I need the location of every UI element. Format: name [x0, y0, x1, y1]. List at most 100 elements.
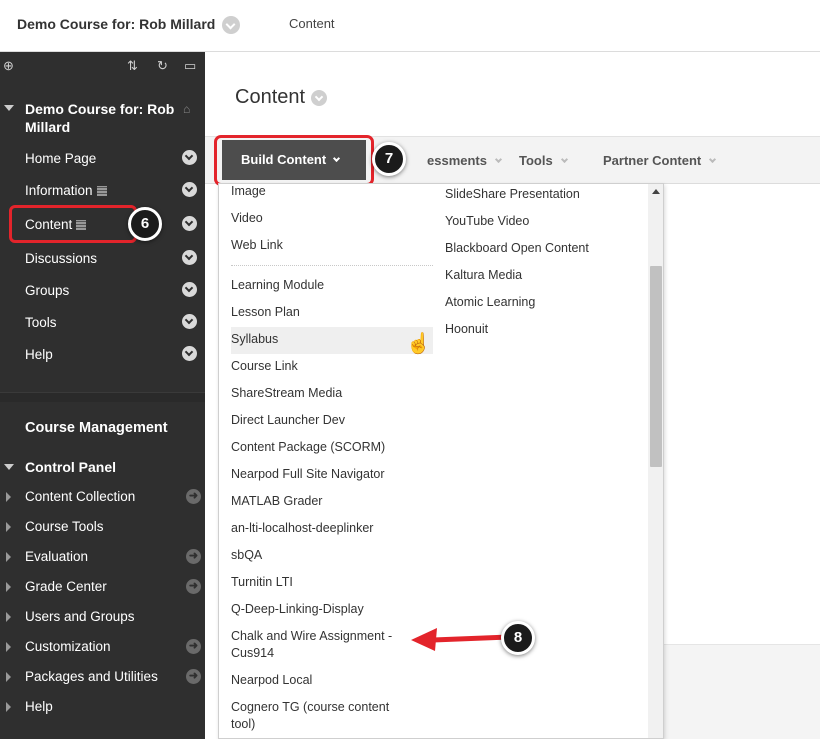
home-icon[interactable]: ⌂	[183, 102, 190, 116]
arrow-right-icon[interactable]: ➜	[186, 549, 201, 564]
cp-item-grade-center[interactable]: Grade Center	[25, 579, 107, 594]
red-arrow-icon	[411, 628, 513, 651]
menu-item-learning-module[interactable]: Learning Module	[231, 278, 324, 292]
cp-item-help[interactable]: Help	[25, 699, 53, 714]
menu-item-chalk-and-wire-assignment[interactable]: Chalk and Wire Assignment - Cus914	[231, 628, 406, 662]
partner-content-menu[interactable]: Partner Content	[603, 153, 717, 168]
tools-menu[interactable]: Tools	[519, 153, 568, 168]
collapse-caret-icon[interactable]	[4, 105, 14, 111]
sidebar-item-information[interactable]: Information	[25, 183, 107, 198]
scroll-up-arrow-icon[interactable]	[652, 189, 660, 194]
chevron-down-icon[interactable]	[182, 346, 197, 361]
expand-caret-icon[interactable]	[6, 612, 11, 622]
sidebar-item-discussions[interactable]: Discussions	[25, 251, 97, 266]
menu-divider	[231, 265, 433, 266]
sidebar-item-label: Information	[25, 183, 93, 198]
control-panel-heading[interactable]: Control Panel	[25, 459, 116, 475]
sidebar-item-label: Groups	[25, 283, 70, 298]
tools-label: Tools	[519, 153, 553, 168]
menu-item-slideshare-presentation[interactable]: SlideShare Presentation	[445, 187, 580, 201]
content-highlight-box	[9, 205, 137, 243]
expand-caret-icon[interactable]	[6, 522, 11, 532]
chevron-down-icon[interactable]	[182, 314, 197, 329]
build-content-dropdown: Image Video Web Link Learning Module Les…	[218, 183, 664, 739]
cp-item-content-collection[interactable]: Content Collection	[25, 489, 135, 504]
chevron-down-icon[interactable]	[182, 216, 197, 231]
menu-item-kaltura-media[interactable]: Kaltura Media	[445, 268, 522, 282]
add-menu-item-icon[interactable]: ⊕	[3, 58, 14, 74]
menu-item-lti-localhost-deeplinker[interactable]: an-lti-localhost-deeplinker	[231, 521, 373, 535]
menu-item-sharestream-media[interactable]: ShareStream Media	[231, 386, 342, 400]
menu-item-syllabus[interactable]: Syllabus	[231, 332, 278, 346]
chevron-down-icon[interactable]	[182, 150, 197, 165]
content-area-icon	[96, 186, 107, 196]
menu-item-cognero-tg[interactable]: Cognero TG (course content tool)	[231, 699, 406, 733]
cp-item-customization[interactable]: Customization	[25, 639, 111, 654]
build-content-highlight-box	[214, 135, 374, 186]
expand-caret-icon[interactable]	[6, 582, 11, 592]
menu-item-turnitin-lti[interactable]: Turnitin LTI	[231, 575, 293, 589]
cp-item-course-tools[interactable]: Course Tools	[25, 519, 104, 534]
sidebar-item-groups[interactable]: Groups	[25, 283, 69, 298]
expand-caret-icon[interactable]	[6, 702, 11, 712]
menu-item-nearpod-local[interactable]: Nearpod Local	[231, 673, 312, 687]
menu-item-hoonuit[interactable]: Hoonuit	[445, 322, 488, 336]
menu-item-q-deep-linking-display[interactable]: Q-Deep-Linking-Display	[231, 602, 364, 616]
expand-caret-icon[interactable]	[6, 672, 11, 682]
menu-item-lesson-plan[interactable]: Lesson Plan	[231, 305, 300, 319]
step-badge-7: 7	[372, 142, 406, 176]
scroll-thumb[interactable]	[650, 266, 662, 467]
chevron-down-icon[interactable]	[182, 182, 197, 197]
sidebar-item-home-page[interactable]: Home Page	[25, 151, 96, 166]
sidebar-toolbar: ⊕ ⇅ ↻ ▭	[0, 56, 205, 80]
arrow-right-icon[interactable]: ➜	[186, 669, 201, 684]
menu-item-direct-launcher-dev[interactable]: Direct Launcher Dev	[231, 413, 345, 427]
menu-item-nearpod-full-site-navigator[interactable]: Nearpod Full Site Navigator	[231, 467, 385, 481]
folder-view-icon[interactable]: ▭	[184, 58, 196, 74]
page-title: Content	[235, 86, 306, 108]
menu-item-video[interactable]: Video	[231, 211, 263, 225]
menu-scrollbar[interactable]	[648, 184, 663, 738]
page-options-chevron-icon[interactable]	[311, 90, 327, 106]
menu-item-content-package-scorm[interactable]: Content Package (SCORM)	[231, 440, 385, 454]
assessments-menu[interactable]: essments	[427, 153, 503, 168]
arrow-right-icon[interactable]: ➜	[186, 489, 201, 504]
reorder-icon[interactable]: ⇅	[127, 58, 138, 74]
menu-item-web-link[interactable]: Web Link	[231, 238, 283, 252]
course-title-link[interactable]: Demo Course for: Rob Millard	[17, 16, 215, 32]
menu-item-sbqa[interactable]: sbQA	[231, 548, 262, 562]
sidebar-item-label: Tools	[25, 315, 57, 330]
expand-caret-icon[interactable]	[6, 552, 11, 562]
sidebar-item-tools[interactable]: Tools	[25, 315, 57, 330]
menu-item-image[interactable]: Image	[231, 184, 266, 198]
breadcrumb[interactable]: Content	[289, 16, 335, 31]
chevron-down-icon	[560, 155, 568, 164]
sidebar-item-label: Help	[25, 347, 53, 362]
sidebar-course-title[interactable]: Demo Course for: Rob Millard	[25, 100, 175, 136]
cp-item-users-and-groups[interactable]: Users and Groups	[25, 609, 135, 624]
arrow-right-icon[interactable]: ➜	[186, 639, 201, 654]
sidebar-item-label: Discussions	[25, 251, 98, 266]
content-footer-area	[663, 645, 820, 739]
chevron-down-icon[interactable]	[182, 250, 197, 265]
menu-item-atomic-learning[interactable]: Atomic Learning	[445, 295, 535, 309]
sidebar-divider	[0, 392, 205, 402]
menu-item-matlab-grader[interactable]: MATLAB Grader	[231, 494, 322, 508]
menu-item-course-link[interactable]: Course Link	[231, 359, 298, 373]
partner-content-label: Partner Content	[603, 153, 702, 168]
cp-item-evaluation[interactable]: Evaluation	[25, 549, 88, 564]
menu-item-blackboard-open-content[interactable]: Blackboard Open Content	[445, 241, 589, 255]
course-menu-chevron-icon[interactable]	[222, 16, 240, 34]
arrow-right-icon[interactable]: ➜	[186, 579, 201, 594]
expand-caret-icon[interactable]	[6, 642, 11, 652]
refresh-icon[interactable]: ↻	[157, 58, 168, 74]
sidebar-item-help[interactable]: Help	[25, 347, 53, 362]
chevron-down-icon	[494, 155, 503, 164]
cp-item-packages-and-utilities[interactable]: Packages and Utilities	[25, 669, 158, 684]
expand-caret-icon[interactable]	[6, 492, 11, 502]
collapse-caret-icon[interactable]	[4, 464, 14, 470]
step-badge-6: 6	[128, 207, 162, 241]
menu-item-youtube-video[interactable]: YouTube Video	[445, 214, 529, 228]
chevron-down-icon[interactable]	[182, 282, 197, 297]
hand-cursor-icon: ☝	[406, 333, 431, 355]
